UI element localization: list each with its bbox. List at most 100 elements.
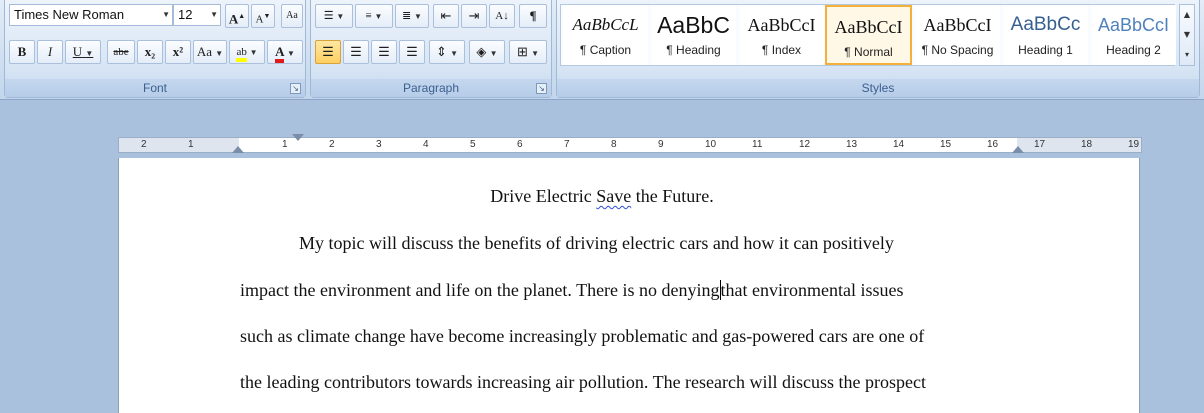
clear-formatting-button[interactable]: Aa	[281, 4, 303, 28]
highlighter-icon: ab	[236, 46, 247, 62]
chevron-down-icon[interactable]: ▼	[215, 49, 223, 58]
ruler-tick-label: 9	[658, 139, 664, 150]
document-title[interactable]: Drive Electric Save the Future.	[118, 186, 1086, 207]
ruler-tick-label: 3	[376, 139, 382, 150]
align-left-icon: ☰	[322, 44, 334, 59]
highlight-button[interactable]: ab ▼	[229, 40, 265, 64]
paragraph-group: ☰ ▼ ≡ ▼ ≣ ▼ ⇤ ⇥ A↓ ¶ ☰ ☰ ☰ ☰ ⇕ ▼ ◈ ▼ ⊞ ▼…	[310, 0, 552, 98]
numbering-button[interactable]: ≡ ▼	[355, 4, 393, 28]
ruler-tick-label: 13	[846, 139, 858, 150]
ruler-tick-label: 19	[1128, 139, 1140, 150]
style-index[interactable]: AaBbCcI ¶ Index	[739, 5, 824, 65]
ruler-tick-label: 1	[282, 139, 288, 150]
style-heading-2[interactable]: AaBbCcI Heading 2	[1091, 5, 1176, 65]
ribbon: Times New Roman ▼ 12 ▼ A▲ A▼ Aa B I U ▼ …	[0, 0, 1204, 100]
ruler-tick-label: 8	[611, 139, 617, 150]
first-line-indent-marker[interactable]	[292, 134, 304, 141]
chevron-down-icon[interactable]: ▼	[210, 5, 218, 25]
subscript-button[interactable]: x₂	[137, 40, 163, 64]
shading-button[interactable]: ◈ ▼	[469, 40, 505, 64]
chevron-down-icon[interactable]: ▼	[375, 12, 383, 21]
font-size-value: 12	[178, 7, 193, 22]
spelling-error[interactable]: Save	[596, 186, 631, 206]
change-case-button[interactable]: Aa ▼	[193, 40, 227, 64]
font-color-icon: A	[275, 44, 284, 63]
chevron-down-icon[interactable]: ▼	[531, 49, 539, 58]
align-right-button[interactable]: ☰	[371, 40, 397, 64]
chevron-down-icon[interactable]: ▼	[85, 49, 93, 58]
body-line[interactable]: My topic will discuss the benefits of dr…	[299, 233, 894, 254]
styles-gallery-scroll[interactable]: ▲ ▼ ▾	[1179, 4, 1195, 66]
chevron-down-icon[interactable]: ▼	[162, 5, 170, 25]
body-line[interactable]: impact the environment and life on the p…	[240, 280, 904, 301]
line-spacing-button[interactable]: ⇕ ▼	[429, 40, 465, 64]
ruler-tick-label: 12	[799, 139, 811, 150]
font-color-button[interactable]: A ▼	[267, 40, 303, 64]
shrink-font-button[interactable]: A▼	[251, 4, 275, 28]
ruler-tick-label: 16	[987, 139, 999, 150]
font-name-combo[interactable]: Times New Roman ▼	[9, 4, 173, 26]
borders-button[interactable]: ⊞ ▼	[509, 40, 547, 64]
sort-icon: A↓	[495, 10, 509, 22]
ruler-tick-label: 11	[752, 139, 763, 150]
align-center-button[interactable]: ☰	[343, 40, 369, 64]
multilevel-list-icon: ≣	[402, 10, 412, 22]
superscript-button[interactable]: x²	[165, 40, 191, 64]
multilevel-list-button[interactable]: ≣ ▼	[395, 4, 429, 28]
paragraph-dialog-launcher-icon[interactable]: ↘	[536, 83, 547, 94]
increase-indent-icon: ⇥	[468, 8, 480, 23]
strikethrough-button[interactable]: abe	[107, 40, 135, 64]
style-caption[interactable]: AaBbCcL ¶ Caption	[563, 5, 648, 65]
ruler-tick-label: 2	[141, 139, 147, 150]
ruler-tick-label: 1	[188, 139, 194, 150]
body-line[interactable]: the leading contributors towards increas…	[240, 372, 926, 393]
chevron-down-icon[interactable]: ▼	[250, 48, 258, 57]
paragraph-group-label: Paragraph	[311, 79, 551, 97]
ruler-tick-label: 15	[940, 139, 952, 150]
body-line[interactable]: such as climate change have become incre…	[240, 326, 924, 347]
chevron-down-icon[interactable]: ▼	[414, 12, 422, 21]
font-dialog-launcher-icon[interactable]: ↘	[290, 83, 301, 94]
underline-button[interactable]: U ▼	[65, 40, 101, 64]
bold-button[interactable]: B	[9, 40, 35, 64]
grow-font-button[interactable]: A▲	[225, 4, 249, 28]
line-spacing-icon: ⇕	[435, 44, 447, 59]
chevron-down-icon[interactable]: ▼	[490, 49, 498, 58]
chevron-down-icon[interactable]: ▼	[336, 12, 344, 21]
style-heading-1[interactable]: AaBbCc Heading 1	[1003, 5, 1088, 65]
more-styles-icon[interactable]: ▾	[1180, 45, 1194, 65]
align-center-icon: ☰	[350, 44, 362, 59]
right-indent-marker[interactable]	[1012, 146, 1024, 153]
ruler-tick-label: 14	[893, 139, 905, 150]
ruler-tick-label: 17	[1034, 139, 1046, 150]
chevron-down-icon[interactable]: ▼	[1180, 25, 1194, 45]
ruler-tick-label: 2	[329, 139, 335, 150]
justify-icon: ☰	[406, 44, 418, 59]
style-heading[interactable]: AaBbC ¶ Heading	[651, 5, 736, 65]
decrease-indent-icon: ⇤	[440, 8, 452, 23]
chevron-up-icon[interactable]: ▲	[1180, 5, 1194, 25]
font-group-label: Font	[5, 79, 305, 97]
styles-gallery: AaBbCcL ¶ Caption AaBbC ¶ Heading AaBbCc…	[560, 4, 1176, 66]
style-normal[interactable]: AaBbCcI ¶ Normal	[825, 5, 912, 65]
style-no-spacing[interactable]: AaBbCcI ¶ No Spacing	[915, 5, 1000, 65]
font-name-value: Times New Roman	[14, 7, 125, 22]
ruler-tick-label: 18	[1081, 139, 1093, 150]
ruler-tick-label: 6	[517, 139, 523, 150]
italic-button[interactable]: I	[37, 40, 63, 64]
font-size-combo[interactable]: 12 ▼	[173, 4, 221, 26]
ruler-tick-label: 7	[564, 139, 570, 150]
chevron-down-icon[interactable]: ▼	[287, 49, 295, 58]
bullets-icon: ☰	[323, 10, 334, 22]
paint-bucket-icon: ◈	[476, 44, 487, 59]
justify-button[interactable]: ☰	[399, 40, 425, 64]
show-marks-button[interactable]: ¶	[519, 4, 547, 28]
bullets-button[interactable]: ☰ ▼	[315, 4, 353, 28]
align-left-button[interactable]: ☰	[315, 40, 341, 64]
increase-indent-button[interactable]: ⇥	[461, 4, 487, 28]
hanging-indent-marker[interactable]	[232, 146, 244, 153]
decrease-indent-button[interactable]: ⇤	[433, 4, 459, 28]
sort-button[interactable]: A↓	[489, 4, 515, 28]
numbering-icon: ≡	[365, 10, 372, 22]
chevron-down-icon[interactable]: ▼	[450, 49, 458, 58]
